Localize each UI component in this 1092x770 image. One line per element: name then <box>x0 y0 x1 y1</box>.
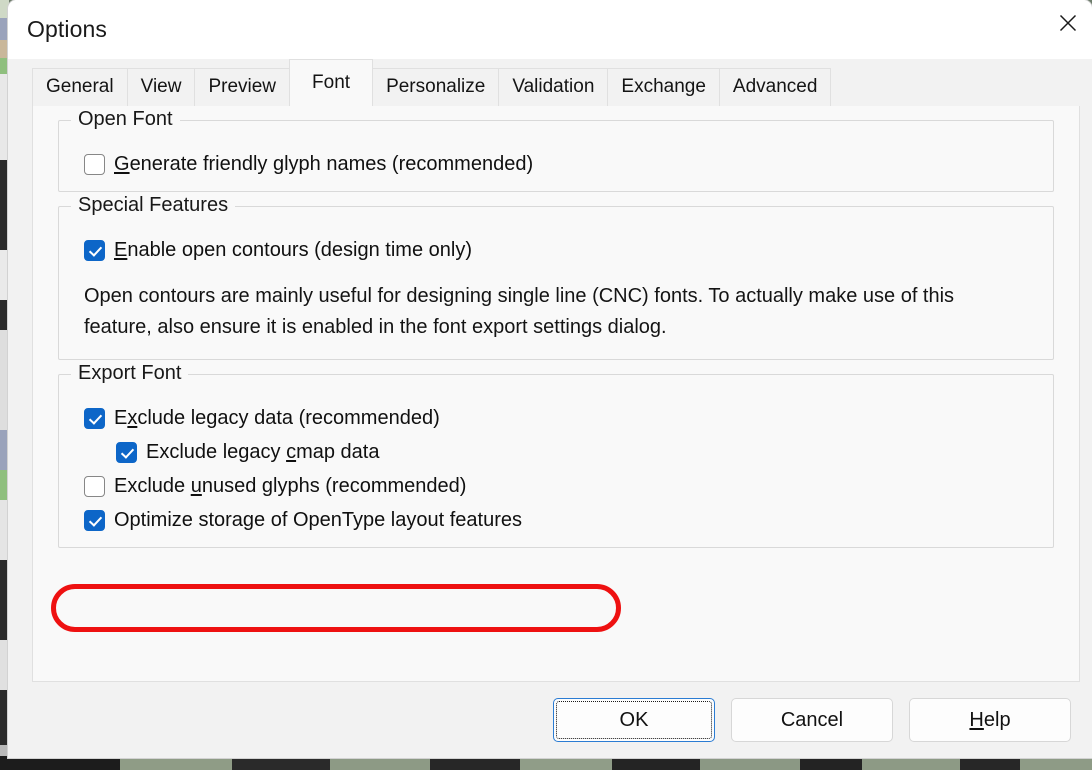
special-features-help-text: Open contours are mainly useful for desi… <box>84 285 955 338</box>
options-dialog: Options General View Preview Font Person… <box>8 0 1092 758</box>
accelerator-char: x <box>127 407 138 429</box>
checkbox-label-enable-open-contours: Enable open contours (design time only) <box>114 239 472 261</box>
checkbox-exclude-legacy-data[interactable] <box>84 407 105 429</box>
tab-general[interactable]: General <box>32 68 128 106</box>
checkbox-row-generate-friendly-glyph-names[interactable]: Generate friendly glyph names (recommend… <box>59 147 1053 181</box>
checkbox-exclude-legacy-cmap-data[interactable] <box>116 441 137 463</box>
close-icon[interactable] <box>1044 0 1092 46</box>
tab-strip: General View Preview Font Personalize Va… <box>8 59 1092 106</box>
checkbox-label-exclude-unused-glyphs: Exclude unused glyphs (recommended) <box>114 475 467 497</box>
checkbox-optimize-opentype-layout-features[interactable] <box>84 509 105 531</box>
tab-view[interactable]: View <box>126 68 196 106</box>
accelerator-char: c <box>286 441 297 463</box>
window-title: Options <box>27 16 107 42</box>
group-special-features-legend: Special Features <box>71 194 236 217</box>
group-export-font-legend: Export Font <box>71 362 189 385</box>
font-tab-panel: Open Font Generate friendly glyph names … <box>32 106 1080 682</box>
checkbox-row-enable-open-contours[interactable]: Enable open contours (design time only) <box>59 233 1053 267</box>
help-button-label: Help <box>969 708 1011 731</box>
checkbox-row-optimize-opentype-layout-features[interactable]: Optimize storage of OpenType layout feat… <box>59 503 1053 537</box>
group-export-font: Export Font Exclude legacy data (recomme… <box>58 362 1054 548</box>
checkbox-label-exclude-legacy-data: Exclude legacy data (recommended) <box>114 407 440 429</box>
checkbox-generate-friendly-glyph-names[interactable] <box>84 153 105 175</box>
tab-personalize[interactable]: Personalize <box>372 68 500 106</box>
cancel-button-label: Cancel <box>780 708 844 731</box>
tab-font[interactable]: Font <box>289 59 374 106</box>
ok-button-label: OK <box>619 708 649 731</box>
title-bar: Options <box>8 0 1092 59</box>
group-special-features: Special Features Enable open contours (d… <box>58 194 1054 360</box>
tab-preview[interactable]: Preview <box>194 68 291 106</box>
accelerator-char: E <box>114 239 128 261</box>
checkbox-label-optimize-opentype-layout-features: Optimize storage of OpenType layout feat… <box>114 509 522 531</box>
accelerator-char: u <box>190 475 202 497</box>
checkbox-label-exclude-legacy-cmap-data: Exclude legacy cmap data <box>146 441 380 463</box>
tab-validation[interactable]: Validation <box>498 68 609 106</box>
tab-exchange[interactable]: Exchange <box>607 68 720 106</box>
tab-advanced[interactable]: Advanced <box>718 68 832 106</box>
help-button[interactable]: Help <box>909 698 1071 742</box>
checkbox-row-exclude-legacy-cmap-data[interactable]: Exclude legacy cmap data <box>59 435 1053 469</box>
annotation-highlight-oval <box>51 584 621 632</box>
accelerator-char: G <box>114 153 130 175</box>
background-bottom-strip <box>0 756 1092 770</box>
ok-button[interactable]: OK <box>553 698 715 742</box>
cancel-button[interactable]: Cancel <box>731 698 893 742</box>
checkbox-row-exclude-unused-glyphs[interactable]: Exclude unused glyphs (recommended) <box>59 469 1053 503</box>
checkbox-enable-open-contours[interactable] <box>84 239 105 261</box>
accelerator-char: H <box>969 708 984 731</box>
checkbox-label-generate-friendly-glyph-names: Generate friendly glyph names (recommend… <box>114 153 534 175</box>
checkbox-row-exclude-legacy-data[interactable]: Exclude legacy data (recommended) <box>59 401 1053 435</box>
dialog-footer: OK Cancel Help <box>8 682 1092 758</box>
group-open-font: Open Font Generate friendly glyph names … <box>58 108 1054 192</box>
checkbox-exclude-unused-glyphs[interactable] <box>84 475 105 497</box>
group-open-font-legend: Open Font <box>71 108 180 131</box>
